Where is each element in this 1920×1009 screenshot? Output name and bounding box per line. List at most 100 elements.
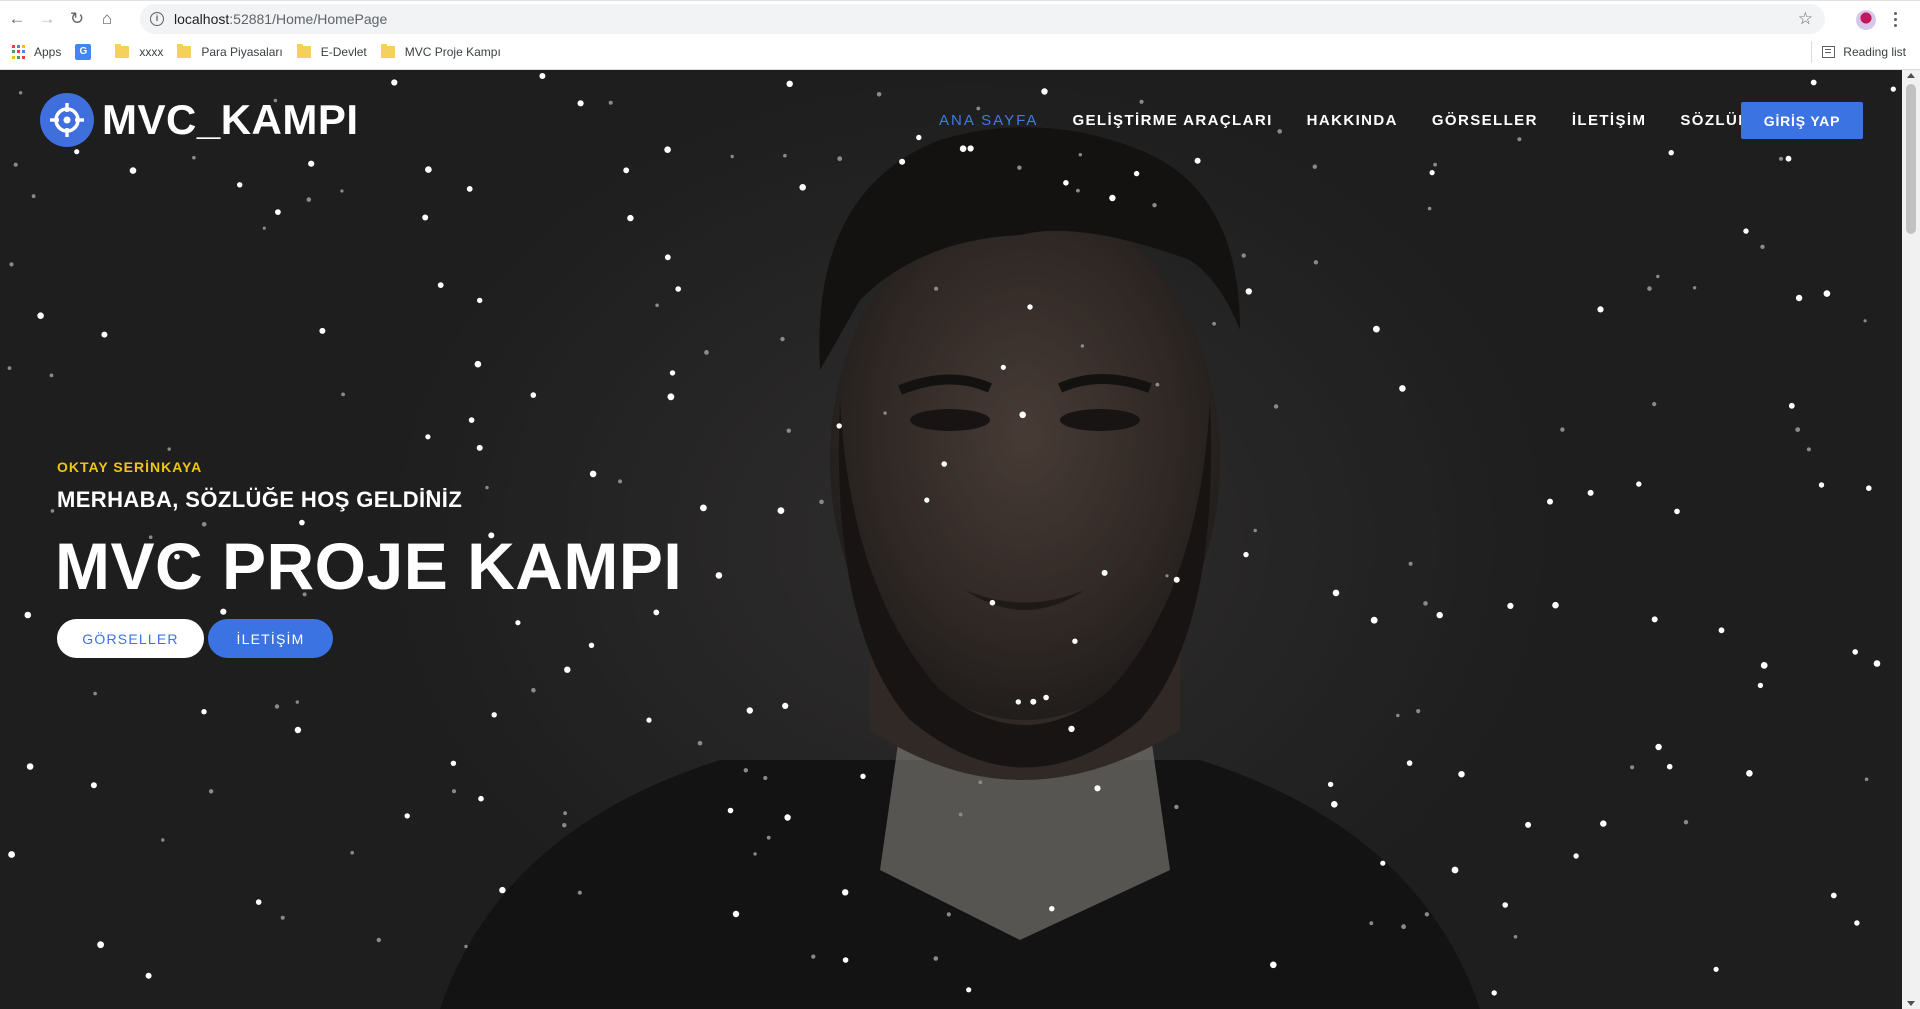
star-particle	[782, 702, 789, 710]
bookmark-star-icon[interactable]: ☆	[1798, 9, 1813, 29]
star-particle	[608, 100, 613, 105]
scroll-down-arrow-icon[interactable]	[1907, 1001, 1915, 1006]
star-particle	[1810, 79, 1817, 86]
star-particle	[1423, 601, 1428, 606]
nav-link-sozluk[interactable]: SÖZLÜK	[1680, 112, 1750, 129]
star-particle	[422, 214, 429, 221]
star-particle	[780, 336, 785, 342]
star-particle	[618, 479, 623, 484]
star-particle	[450, 760, 457, 766]
star-particle	[675, 286, 681, 292]
star-particle	[466, 186, 473, 192]
star-particle	[1560, 427, 1565, 432]
star-particle	[208, 789, 214, 794]
star-particle	[1630, 765, 1635, 770]
reload-icon[interactable]: ↻	[64, 6, 90, 32]
star-particle	[425, 434, 431, 440]
star-particle	[1651, 616, 1658, 623]
star-particle	[308, 160, 315, 167]
star-particle	[167, 447, 171, 451]
hero-title: MVC PROJE KAMPI	[55, 529, 683, 603]
star-particle	[1068, 725, 1075, 733]
star-particle	[1424, 912, 1430, 917]
bookmark-folder-para-piyasalari[interactable]: Para Piyasaları	[177, 41, 283, 63]
star-particle	[743, 768, 748, 773]
star-particle	[491, 712, 497, 718]
scroll-thumb[interactable]	[1906, 84, 1916, 234]
star-particle	[664, 146, 671, 153]
nav-link-hakkinda[interactable]: HAKKINDA	[1307, 112, 1398, 129]
bookmark-folder-mvc-proje-kampi[interactable]: MVC Proje Kampı	[380, 41, 501, 63]
scroll-up-arrow-icon[interactable]	[1907, 73, 1915, 78]
star-particle	[299, 519, 305, 526]
bookmark-translate[interactable]: G	[75, 41, 101, 63]
star-particle	[129, 167, 137, 174]
star-particle	[1072, 638, 1078, 644]
star-particle	[883, 411, 887, 415]
star-particle	[499, 886, 506, 894]
iletisim-button[interactable]: İLETİŞİM	[208, 619, 333, 658]
star-particle	[577, 100, 584, 107]
star-particle	[786, 428, 791, 433]
star-particle	[1547, 498, 1553, 505]
star-particle	[934, 286, 939, 291]
star-particle	[1076, 188, 1080, 193]
star-particle	[275, 209, 281, 216]
reading-list-button[interactable]: Reading list	[1811, 41, 1906, 63]
nav-link-gelistirme-araclari[interactable]: GELİŞTİRME ARAÇLARI	[1072, 112, 1272, 129]
star-particle	[1760, 244, 1765, 249]
site-info-icon[interactable]: i	[150, 12, 164, 26]
bookmark-folder-xxxx[interactable]: xxxx	[115, 41, 163, 63]
address-url[interactable]: localhost:52881/Home/HomePage	[174, 11, 387, 27]
star-particle	[958, 812, 963, 817]
star-particle	[1019, 411, 1026, 419]
star-particle	[916, 134, 922, 141]
star-particle	[1043, 694, 1049, 701]
nav-link-iletisim[interactable]: İLETİŞİM	[1572, 112, 1647, 129]
star-particle	[766, 835, 771, 840]
site-logo[interactable]: MVC_KAMPI	[40, 93, 359, 147]
star-particle	[1652, 402, 1657, 407]
bookmark-apps[interactable]: Apps	[12, 41, 61, 63]
star-particle	[1818, 482, 1825, 488]
logo-text: MVC_KAMPI	[102, 96, 359, 143]
star-particle	[1552, 601, 1559, 609]
star-particle	[727, 807, 734, 814]
star-particle	[811, 954, 816, 959]
star-particle	[837, 156, 843, 162]
star-particle	[876, 92, 882, 97]
gorseller-button[interactable]: GÖRSELLER	[57, 619, 204, 658]
star-particle	[26, 763, 34, 770]
star-particle	[464, 944, 468, 949]
star-particle	[1030, 698, 1037, 705]
nav-link-gorseller[interactable]: GÖRSELLER	[1432, 112, 1538, 129]
login-button[interactable]: GİRİŞ YAP	[1741, 102, 1863, 139]
star-particle	[1399, 385, 1406, 392]
star-particle	[1864, 777, 1869, 782]
browser-menu-icon[interactable]	[1890, 8, 1900, 30]
back-arrow-icon[interactable]: ←	[4, 6, 30, 32]
forward-arrow-icon[interactable]: →	[34, 6, 60, 32]
address-bar[interactable]: i localhost:52881/Home/HomePage ☆	[140, 4, 1825, 34]
star-particle	[784, 814, 791, 821]
star-particle	[1778, 156, 1784, 161]
star-particle	[539, 73, 546, 79]
nav-link-ana-sayfa[interactable]: ANA SAYFA	[939, 112, 1038, 129]
star-particle	[564, 666, 571, 673]
star-particle	[24, 611, 32, 619]
page-scrollbar[interactable]	[1902, 70, 1920, 1009]
profile-avatar[interactable]	[1856, 10, 1876, 30]
url-path: :52881/Home/HomePage	[229, 11, 388, 27]
star-particle	[1101, 569, 1108, 576]
star-particle	[1080, 344, 1085, 348]
star-particle	[1491, 990, 1497, 996]
star-particle	[786, 80, 793, 87]
bookmark-folder-e-devlet[interactable]: E-Devlet	[296, 41, 367, 63]
star-particle	[1194, 157, 1201, 164]
star-particle	[627, 214, 634, 222]
home-icon[interactable]: ⌂	[94, 6, 120, 32]
star-particle	[799, 184, 806, 191]
star-particle	[1312, 164, 1318, 169]
star-particle	[669, 370, 676, 376]
star-particle	[1152, 203, 1157, 208]
